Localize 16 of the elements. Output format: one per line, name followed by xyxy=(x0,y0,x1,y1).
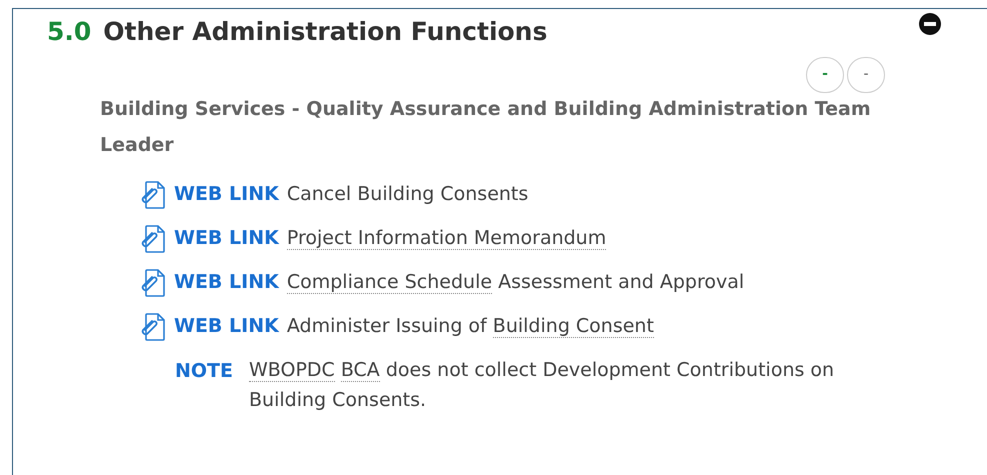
note-tag: NOTE xyxy=(175,356,233,385)
link-tag: WEB LINK xyxy=(174,312,279,341)
link-tag: WEB LINK xyxy=(174,224,279,253)
link-tag: WEB LINK xyxy=(174,268,279,297)
toggle-button[interactable]: - xyxy=(806,56,844,92)
collapse-icon[interactable] xyxy=(919,13,941,35)
section-number: 5.0 xyxy=(47,16,92,48)
toggle-button[interactable]: - xyxy=(847,56,885,92)
subheading: Building Services - Quality Assurance and Building Administration Team Leader xyxy=(100,96,872,158)
note-text: WBOPDC BCA does not collect Development Contributions on Building Consents. xyxy=(249,358,836,412)
section-title: Other Administration Functions xyxy=(103,16,548,48)
link-text[interactable]: Administer Issuing of Building Consent xyxy=(286,312,654,341)
link-text[interactable]: Compliance Schedule Assessment and Approval xyxy=(286,268,744,297)
link-tag: WEB LINK xyxy=(174,180,279,209)
link-text[interactable]: Cancel Building Consents xyxy=(286,180,528,209)
link-text[interactable]: Project Information Memorandum xyxy=(286,224,606,253)
